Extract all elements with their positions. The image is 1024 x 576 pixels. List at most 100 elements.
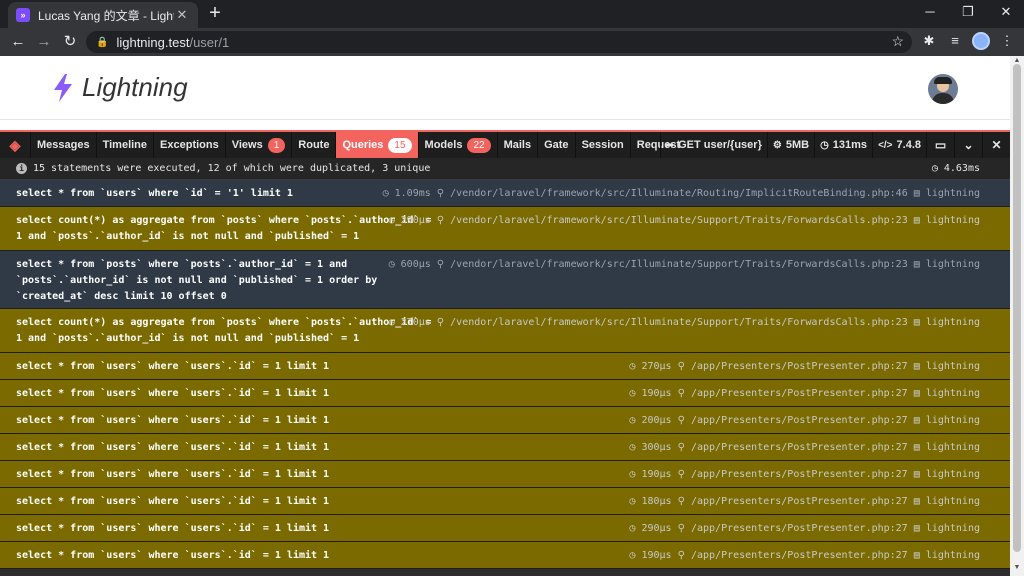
reload-icon[interactable]: ↻: [60, 32, 80, 52]
query-sql-line: select * from `users` where `id` = '1' l…: [16, 188, 293, 199]
tab-queries[interactable]: Queries 15: [335, 132, 418, 158]
query-connection: lightning: [925, 215, 980, 226]
tab-title: Lucas Yang 的文章 - Lightning: [38, 8, 174, 23]
tab-label: Queries: [342, 139, 384, 151]
query-row[interactable]: select * from `users` where `users`.`id`…: [0, 353, 1010, 380]
tab-gate[interactable]: Gate: [537, 132, 574, 158]
brand-name: Lightning: [82, 72, 188, 102]
media-queue-icon[interactable]: ≡: [946, 33, 964, 48]
php-version-indicator[interactable]: </> 7.4.8: [872, 132, 926, 158]
pin-icon: ⚲: [436, 188, 445, 199]
query-source[interactable]: /app/Presenters/PostPresenter.php:27: [691, 388, 908, 399]
lock-icon[interactable]: 🔒: [96, 37, 108, 48]
query-sql-line: select * from `users` where `users`.`id`…: [16, 415, 330, 426]
folder-open-icon[interactable]: ▭: [926, 132, 954, 158]
query-time: 190μs: [641, 469, 672, 480]
query-source[interactable]: /vendor/laravel/framework/src/Illuminate…: [450, 215, 908, 226]
extensions-icon[interactable]: ✱: [920, 33, 938, 49]
query-time: 270μs: [641, 361, 672, 372]
query-sql: select * from `users` where `users`.`id`…: [16, 467, 329, 483]
route-indicator[interactable]: ➦ GET user/{user}: [659, 132, 767, 158]
forward-icon[interactable]: →: [34, 32, 54, 52]
query-row[interactable]: select * from `users` where `users`.`id`…: [0, 515, 1010, 542]
clock-icon: ◷: [388, 317, 395, 328]
close-tab-icon[interactable]: ✕: [174, 7, 190, 23]
url-host: lightning.test: [116, 34, 190, 50]
query-source[interactable]: /vendor/laravel/framework/src/Illuminate…: [450, 317, 908, 328]
query-row[interactable]: select count(*) as aggregate from `posts…: [0, 309, 1010, 353]
minimize-icon[interactable]: ─: [920, 4, 940, 19]
query-source[interactable]: /app/Presenters/PostPresenter.php:27: [691, 496, 908, 507]
query-row[interactable]: select * from `users` where `users`.`id`…: [0, 488, 1010, 515]
tab-views[interactable]: Views 1: [224, 132, 292, 158]
query-sql-line: `created_at` desc limit 10 offset 0: [16, 291, 227, 302]
back-icon[interactable]: ←: [8, 32, 28, 52]
query-sql: select * from `users` where `users`.`id`…: [16, 359, 329, 375]
bookmark-star-icon[interactable]: ☆: [891, 33, 904, 50]
pin-icon: ⚲: [677, 523, 685, 534]
debugbar-toolbar: ◈ Messages Timeline Exceptions Views 1 Route Q…: [0, 132, 1010, 158]
clock-icon: ◷: [629, 469, 636, 480]
query-row[interactable]: select * from `users` where `id` = '1' l…: [0, 180, 1010, 207]
query-connection: lightning: [925, 550, 980, 561]
scroll-up-icon[interactable]: ▲: [1012, 57, 1022, 64]
laravel-logo-icon[interactable]: ◈: [0, 132, 30, 158]
menu-icon[interactable]: ⋮: [998, 33, 1016, 49]
query-source[interactable]: /app/Presenters/PostPresenter.php:27: [691, 415, 908, 426]
browser-tab[interactable]: » Lucas Yang 的文章 - Lightning ✕: [8, 2, 198, 28]
query-sql-line: select * from `users` where `users`.`id`…: [16, 361, 330, 372]
query-row[interactable]: select * from `users` where `users`.`id`…: [0, 434, 1010, 461]
query-row[interactable]: select * from `posts` where `posts`.`aut…: [0, 251, 1010, 309]
memory-indicator[interactable]: ⚙ 5MB: [766, 132, 814, 158]
tab-label: Views: [231, 139, 263, 151]
query-meta: ◷ 180μs ⚲ /app/Presenters/PostPresenter.…: [629, 494, 980, 510]
pin-icon: ⚲: [677, 550, 685, 561]
chevron-down-icon[interactable]: ⌄: [954, 132, 982, 158]
query-row[interactable]: select * from `users` where `users`.`id`…: [0, 542, 1010, 569]
restore-icon[interactable]: ❐: [958, 4, 978, 20]
tab-messages[interactable]: Messages: [30, 132, 96, 158]
database-icon: ▤: [913, 469, 920, 480]
query-source[interactable]: /app/Presenters/PostPresenter.php:27: [691, 442, 908, 453]
tab-route[interactable]: Route: [291, 132, 335, 158]
status-text: 15 statements were executed, 12 of which…: [33, 163, 431, 174]
query-source[interactable]: /app/Presenters/PostPresenter.php:27: [691, 523, 908, 534]
query-row[interactable]: select * from `users` where `users`.`id`…: [0, 407, 1010, 434]
tab-exceptions[interactable]: Exceptions: [153, 132, 225, 158]
scroll-thumb[interactable]: [1013, 64, 1021, 552]
query-source[interactable]: /vendor/laravel/framework/src/Illuminate…: [450, 259, 908, 270]
query-row[interactable]: select count(*) as aggregate from `posts…: [0, 207, 1010, 251]
query-connection: lightning: [925, 361, 980, 372]
query-sql: select count(*) as aggregate from `posts…: [16, 213, 431, 245]
query-connection: lightning: [925, 188, 980, 199]
tab-label: Exceptions: [160, 139, 219, 151]
query-source[interactable]: /app/Presenters/PostPresenter.php:27: [691, 550, 908, 561]
close-window-icon[interactable]: ✕: [996, 4, 1016, 20]
address-bar[interactable]: 🔒 lightning.test/user/1 ☆: [86, 31, 912, 53]
page-scrollbar[interactable]: ▲ ▼: [1010, 56, 1024, 576]
query-sql-line: select count(*) as aggregate from `posts…: [16, 317, 432, 328]
query-connection: lightning: [925, 496, 980, 507]
query-row[interactable]: select * from `users` where `users`.`id`…: [0, 380, 1010, 407]
query-connection: lightning: [925, 259, 980, 270]
user-avatar[interactable]: [928, 74, 958, 104]
tab-session[interactable]: Session: [574, 132, 630, 158]
brand-link[interactable]: Lightning: [52, 72, 188, 103]
page-content: Lightning ◈ Messages Timeline Exceptions Vi…: [0, 56, 1010, 576]
new-tab-button[interactable]: +: [205, 3, 225, 24]
time-indicator[interactable]: ◷ 131ms: [814, 132, 872, 158]
query-meta: ◷ 190μs ⚲ /app/Presenters/PostPresenter.…: [629, 467, 980, 483]
profile-avatar[interactable]: [972, 32, 990, 50]
database-icon: ▤: [913, 317, 920, 328]
query-source[interactable]: /app/Presenters/PostPresenter.php:27: [691, 469, 908, 480]
query-row[interactable]: select * from `users` where `users`.`id`…: [0, 461, 1010, 488]
query-source[interactable]: /app/Presenters/PostPresenter.php:27: [691, 361, 908, 372]
database-icon: ▤: [913, 259, 920, 270]
close-debugbar-icon[interactable]: ✕: [982, 132, 1010, 158]
query-sql: select * from `users` where `users`.`id`…: [16, 386, 329, 402]
tab-models[interactable]: Models 22: [417, 132, 497, 158]
query-source[interactable]: /vendor/laravel/framework/src/Illuminate…: [450, 188, 908, 199]
tab-mails[interactable]: Mails: [496, 132, 538, 158]
scroll-down-icon[interactable]: ▼: [1012, 564, 1022, 571]
tab-timeline[interactable]: Timeline: [95, 132, 153, 158]
